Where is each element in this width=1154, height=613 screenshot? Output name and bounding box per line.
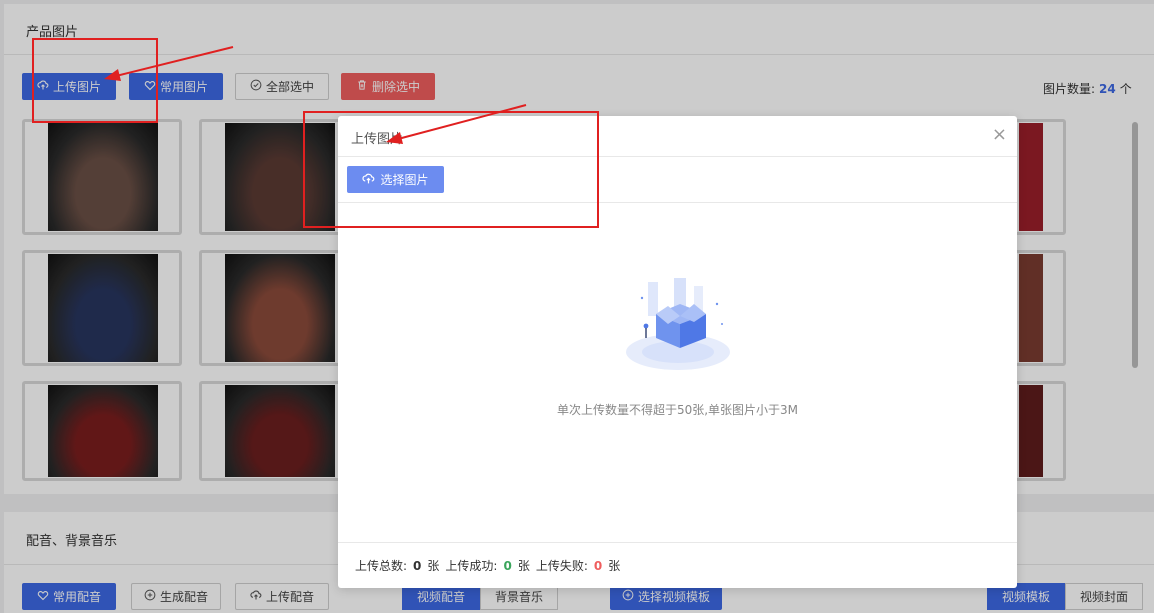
fail-value: 0 — [593, 558, 603, 573]
empty-box-illustration — [626, 278, 730, 370]
total-value: 0 — [413, 558, 422, 573]
fail-label: 上传失败: — [535, 559, 588, 573]
annotation-box — [32, 38, 158, 123]
close-icon[interactable]: × — [992, 126, 1007, 144]
total-label: 上传总数: — [355, 559, 408, 573]
dialog-footer: 上传总数: 0 张 上传成功: 0 张 上传失败: 0 张 — [338, 542, 1017, 588]
upload-hint: 单次上传数量不得超于50张,单张图片小于3M — [556, 403, 799, 417]
success-label: 上传成功: — [445, 559, 498, 573]
success-value: 0 — [503, 558, 512, 573]
fail-unit: 张 — [608, 559, 621, 573]
annotation-box — [303, 111, 599, 228]
success-unit: 张 — [517, 559, 530, 573]
total-unit: 张 — [427, 559, 440, 573]
